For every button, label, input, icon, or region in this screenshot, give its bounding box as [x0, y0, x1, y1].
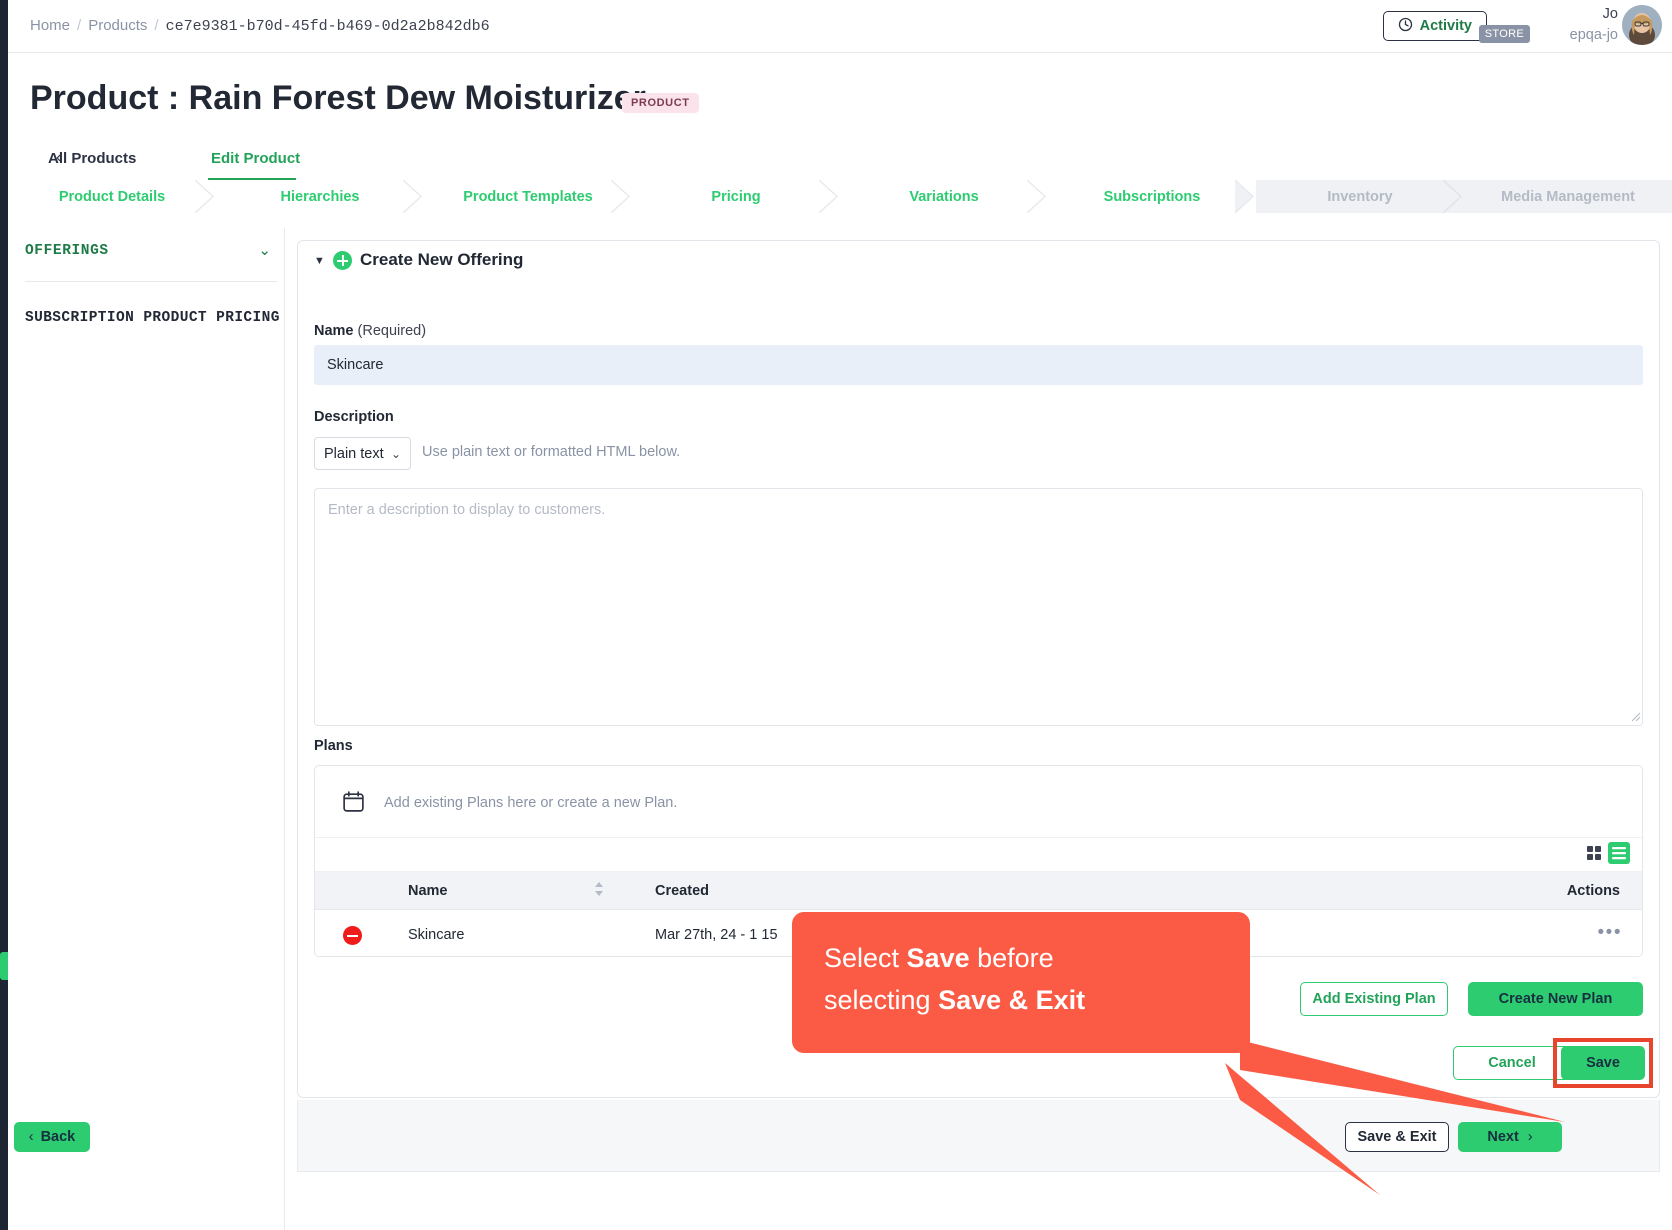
- callout-line1-bold: Save: [906, 943, 970, 973]
- add-existing-plan-button[interactable]: Add Existing Plan: [1300, 982, 1448, 1016]
- minus-circle-icon[interactable]: [343, 926, 362, 945]
- create-new-plan-button[interactable]: Create New Plan: [1468, 982, 1643, 1016]
- step-inventory: Inventory: [1256, 180, 1464, 213]
- callout-line1-post: before: [969, 943, 1054, 973]
- step-variations[interactable]: Variations: [840, 180, 1048, 213]
- name-input[interactable]: [314, 345, 1643, 385]
- sidebar-offerings-label: OFFERINGS: [25, 243, 109, 259]
- cancel-button[interactable]: Cancel: [1453, 1046, 1571, 1080]
- step-label: Pricing: [711, 188, 761, 205]
- step-label: Media Management: [1501, 188, 1635, 205]
- card-title: Create New Offering: [360, 250, 524, 269]
- sort-arrows-icon[interactable]: [594, 882, 606, 900]
- list-view-icon[interactable]: [1608, 842, 1630, 864]
- grid-view-icon[interactable]: [1583, 842, 1605, 864]
- wizard-footer: [297, 1100, 1660, 1172]
- user-name: Jo: [1602, 6, 1618, 22]
- step-label: Subscriptions: [1103, 188, 1201, 205]
- top-bar: Home / Products / ce7e9381-b70d-45fd-b469-0d…: [8, 0, 1672, 53]
- step-hierarchies[interactable]: Hierarchies: [216, 180, 424, 213]
- plans-dropzone[interactable]: Add existing Plans here or create a new …: [315, 766, 1642, 838]
- table-header-row: Name Created Actions: [315, 871, 1642, 910]
- breadcrumb-separator-2: /: [154, 17, 159, 34]
- name-field-label: Name (Required): [314, 323, 426, 339]
- view-toggle: [1583, 842, 1630, 864]
- save-and-exit-button[interactable]: Save & Exit: [1345, 1122, 1449, 1152]
- callout-line2-bold: Save & Exit: [938, 984, 1086, 1015]
- breadcrumb: Home / Products / ce7e9381-b70d-45fd-b469-0d…: [30, 17, 490, 35]
- activity-button-label: Activity: [1419, 18, 1472, 34]
- caret-down-icon[interactable]: ▼: [314, 255, 325, 267]
- product-type-badge: PRODUCT: [622, 93, 699, 113]
- plans-dropzone-hint: Add existing Plans here or create a new …: [384, 795, 678, 811]
- step-media-management: Media Management: [1464, 180, 1672, 213]
- clock-icon: [1398, 17, 1413, 36]
- callout-line-2: selecting Save & Exit: [824, 980, 1218, 1022]
- chevron-down-icon: ⌄: [390, 446, 401, 461]
- cell-plan-name: Skincare: [408, 927, 465, 943]
- page-title: Product : Rain Forest Dew Moisturizer: [30, 79, 646, 117]
- description-hint: Use plain text or formatted HTML below.: [422, 444, 681, 460]
- description-type-value: Plain text: [324, 445, 384, 462]
- step-label: Product Templates: [463, 188, 593, 205]
- step-label: Inventory: [1327, 188, 1393, 205]
- sidebar-divider: [25, 281, 277, 282]
- name-required-suffix: (Required): [357, 323, 427, 339]
- breadcrumb-separator-1: /: [77, 17, 82, 34]
- save-button[interactable]: Save: [1561, 1046, 1645, 1080]
- breadcrumb-product-id: ce7e9381-b70d-45fd-b469-0d2a2b842db6: [165, 18, 490, 35]
- step-nav: Product Details Hierarchies Product Temp…: [8, 180, 1672, 213]
- activity-button[interactable]: Activity: [1382, 11, 1487, 41]
- tab-edit-product[interactable]: Edit Product: [211, 150, 300, 167]
- step-label: Variations: [909, 188, 979, 205]
- card-header: ▼ Create New Offering: [298, 241, 1659, 289]
- next-button-label: Next: [1487, 1129, 1519, 1145]
- user-handle: epqa-jo: [1569, 27, 1618, 43]
- column-header-name[interactable]: Name: [408, 883, 448, 899]
- column-header-actions: Actions: [1566, 883, 1620, 899]
- sub-tabs: ‹ All Products Edit Product: [8, 146, 1672, 182]
- callout-line1-pre: Select: [824, 943, 907, 973]
- description-textarea[interactable]: [314, 488, 1643, 726]
- back-button-label: Back: [40, 1129, 76, 1145]
- step-subscriptions[interactable]: Subscriptions: [1048, 180, 1256, 213]
- avatar[interactable]: [1622, 5, 1662, 45]
- plans-field-label: Plans: [314, 738, 353, 754]
- left-rail: [0, 0, 8, 1230]
- offerings-sidebar: OFFERINGS ⌄ SUBSCRIPTION PRODUCT PRICING: [8, 228, 285, 1230]
- sidebar-item-subscription-product-pricing[interactable]: SUBSCRIPTION PRODUCT PRICING: [25, 310, 280, 326]
- sidebar-section-offerings[interactable]: OFFERINGS ⌄: [8, 228, 285, 275]
- chevron-left-icon: ‹: [28, 1129, 34, 1145]
- instruction-callout: Select Save before selecting Save & Exit: [792, 912, 1250, 1053]
- store-badge: STORE: [1478, 25, 1530, 43]
- name-label-text: Name: [314, 323, 354, 339]
- breadcrumb-home[interactable]: Home: [30, 17, 70, 34]
- breadcrumb-products[interactable]: Products: [88, 17, 147, 34]
- chevron-right-icon: ›: [1527, 1129, 1533, 1145]
- back-button[interactable]: ‹ Back: [14, 1122, 90, 1152]
- cell-plan-created: Mar 27th, 24 - 1 15: [655, 927, 778, 943]
- step-pricing[interactable]: Pricing: [632, 180, 840, 213]
- description-type-select[interactable]: Plain text ⌄: [314, 437, 411, 470]
- more-dots-icon[interactable]: •••: [1598, 922, 1622, 944]
- circle-plus-icon: [333, 251, 352, 270]
- step-product-details[interactable]: Product Details: [8, 180, 216, 213]
- step-product-templates[interactable]: Product Templates: [424, 180, 632, 213]
- callout-line2-pre: selecting: [824, 984, 939, 1015]
- chevron-down-icon[interactable]: ⌄: [258, 241, 271, 259]
- calendar-icon: [341, 789, 366, 819]
- step-label: Product Details: [58, 188, 166, 205]
- callout-line-1: Select Save before: [824, 938, 1218, 980]
- description-field-label: Description: [314, 409, 394, 425]
- column-header-created[interactable]: Created: [655, 883, 709, 899]
- next-button[interactable]: Next ›: [1458, 1122, 1562, 1152]
- step-label: Hierarchies: [280, 188, 360, 205]
- tab-all-products[interactable]: All Products: [48, 150, 136, 167]
